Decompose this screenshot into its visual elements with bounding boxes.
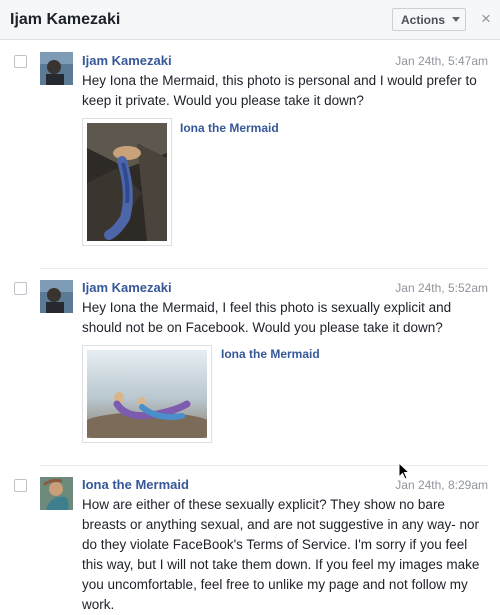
attachment-owner-link[interactable]: Iona the Mermaid <box>221 347 320 361</box>
timestamp: Jan 24th, 5:52am <box>395 281 488 295</box>
timestamp: Jan 24th, 5:47am <box>395 54 488 68</box>
sender-name[interactable]: Ijam Kamezaki <box>82 53 172 68</box>
actions-label: Actions <box>401 13 446 27</box>
actions-dropdown-button[interactable]: Actions <box>392 8 466 31</box>
message-text: How are either of these sexually explici… <box>82 497 480 612</box>
message-checkbox[interactable] <box>14 55 27 68</box>
avatar[interactable] <box>40 52 73 85</box>
message-checkbox[interactable] <box>14 479 27 492</box>
message-text: Hey Iona the Mermaid, this photo is pers… <box>82 73 477 108</box>
message-item: Ijam Kamezaki Jan 24th, 5:52am Hey Iona … <box>0 270 500 465</box>
avatar[interactable] <box>40 477 73 510</box>
message-divider <box>40 465 488 466</box>
conversation-title: Ijam Kamezaki <box>10 11 121 28</box>
mermaid-beach-photo <box>87 350 207 438</box>
mermaid-rocks-photo <box>87 123 167 241</box>
sender-name[interactable]: Ijam Kamezaki <box>82 280 172 295</box>
photo-attachment[interactable] <box>82 345 212 443</box>
avatar[interactable] <box>40 280 73 313</box>
timestamp: Jan 24th, 8:29am <box>395 478 488 492</box>
attachment-owner-link[interactable]: Iona the Mermaid <box>180 121 279 135</box>
photo-attachment[interactable] <box>82 118 172 246</box>
chevron-down-icon <box>452 17 460 22</box>
message-checkbox[interactable] <box>14 282 27 295</box>
message-item: Iona the Mermaid Jan 24th, 8:29am How ar… <box>0 467 500 612</box>
sender-name[interactable]: Iona the Mermaid <box>82 477 189 492</box>
message-item: Ijam Kamezaki Jan 24th, 5:47am Hey Iona … <box>0 40 500 268</box>
conversation-header: Ijam Kamezaki Actions × <box>0 0 500 40</box>
mouse-pointer-icon <box>398 462 410 480</box>
message-text: Hey Iona the Mermaid, I feel this photo … <box>82 300 452 335</box>
message-divider <box>40 268 488 269</box>
close-icon[interactable]: × <box>478 9 494 29</box>
